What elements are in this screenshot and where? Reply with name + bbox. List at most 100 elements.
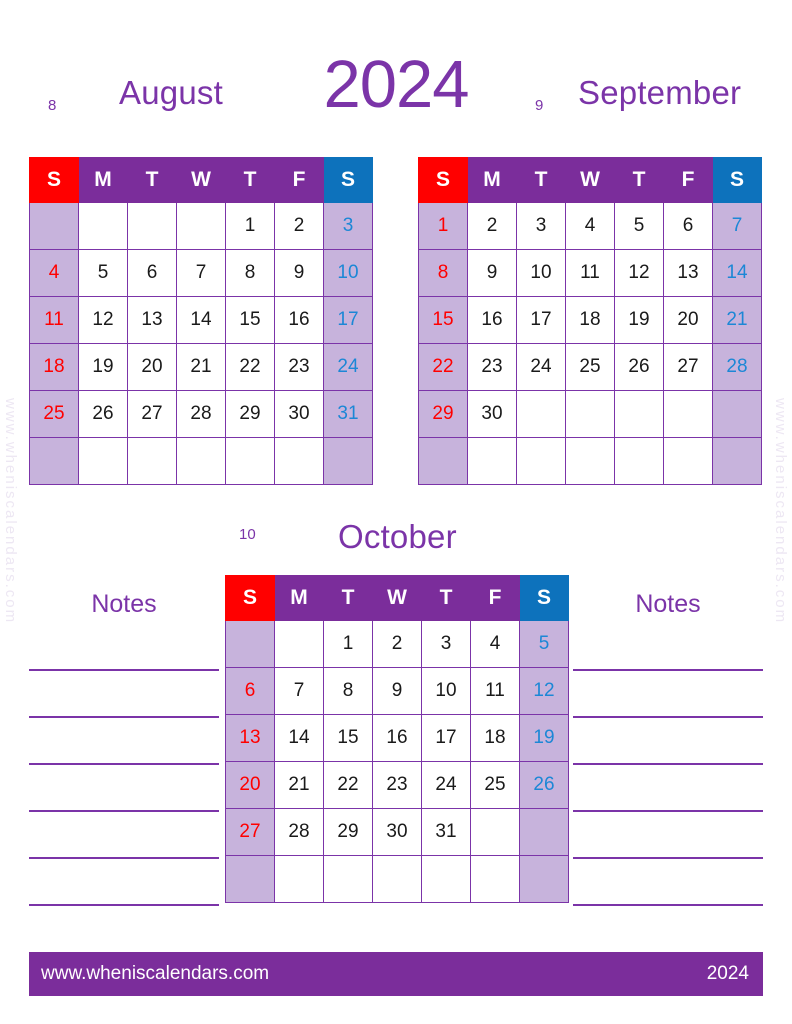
day-cell-august-18[interactable]: 18 <box>29 343 79 391</box>
day-cell-october-26[interactable]: 26 <box>519 761 569 809</box>
day-cell-october-7[interactable]: 7 <box>274 667 324 715</box>
day-cell-september-16[interactable]: 16 <box>467 296 517 344</box>
day-cell-august-27[interactable]: 27 <box>127 390 177 438</box>
day-cell-october-19[interactable]: 19 <box>519 714 569 762</box>
day-cell-october-10[interactable]: 10 <box>421 667 471 715</box>
day-cell-september-20[interactable]: 20 <box>663 296 713 344</box>
day-cell-september-15[interactable]: 15 <box>418 296 468 344</box>
day-cell-august-3[interactable]: 3 <box>323 202 373 250</box>
day-cell-september-12[interactable]: 12 <box>614 249 664 297</box>
day-cell-august-10[interactable]: 10 <box>323 249 373 297</box>
day-cell-september-1[interactable]: 1 <box>418 202 468 250</box>
day-cell-september-6[interactable]: 6 <box>663 202 713 250</box>
day-cell-august-8[interactable]: 8 <box>225 249 275 297</box>
day-cell-august-1[interactable]: 1 <box>225 202 275 250</box>
day-cell-empty <box>176 202 226 250</box>
day-cell-august-31[interactable]: 31 <box>323 390 373 438</box>
day-cell-october-31[interactable]: 31 <box>421 808 471 856</box>
day-cell-october-13[interactable]: 13 <box>225 714 275 762</box>
day-cell-october-12[interactable]: 12 <box>519 667 569 715</box>
day-cell-october-4[interactable]: 4 <box>470 620 520 668</box>
day-cell-september-22[interactable]: 22 <box>418 343 468 391</box>
day-cell-october-30[interactable]: 30 <box>372 808 422 856</box>
day-cell-september-21[interactable]: 21 <box>712 296 762 344</box>
day-cell-september-11[interactable]: 11 <box>565 249 615 297</box>
day-cell-october-29[interactable]: 29 <box>323 808 373 856</box>
day-cell-august-16[interactable]: 16 <box>274 296 324 344</box>
day-cell-august-14[interactable]: 14 <box>176 296 226 344</box>
day-cell-august-9[interactable]: 9 <box>274 249 324 297</box>
day-cell-september-27[interactable]: 27 <box>663 343 713 391</box>
day-cell-august-4[interactable]: 4 <box>29 249 79 297</box>
weekday-header-august-1: M <box>78 157 128 203</box>
day-cell-august-24[interactable]: 24 <box>323 343 373 391</box>
day-cell-october-21[interactable]: 21 <box>274 761 324 809</box>
day-cell-september-29[interactable]: 29 <box>418 390 468 438</box>
day-cell-august-30[interactable]: 30 <box>274 390 324 438</box>
day-cell-september-4[interactable]: 4 <box>565 202 615 250</box>
day-cell-august-28[interactable]: 28 <box>176 390 226 438</box>
day-cell-september-10[interactable]: 10 <box>516 249 566 297</box>
day-cell-empty <box>323 855 373 903</box>
day-cell-october-5[interactable]: 5 <box>519 620 569 668</box>
day-cell-october-28[interactable]: 28 <box>274 808 324 856</box>
day-cell-august-13[interactable]: 13 <box>127 296 177 344</box>
day-cell-august-21[interactable]: 21 <box>176 343 226 391</box>
day-cell-october-15[interactable]: 15 <box>323 714 373 762</box>
day-cell-september-18[interactable]: 18 <box>565 296 615 344</box>
day-cell-september-24[interactable]: 24 <box>516 343 566 391</box>
day-cell-august-2[interactable]: 2 <box>274 202 324 250</box>
day-cell-october-16[interactable]: 16 <box>372 714 422 762</box>
day-cell-october-8[interactable]: 8 <box>323 667 373 715</box>
day-cell-october-22[interactable]: 22 <box>323 761 373 809</box>
day-cell-october-25[interactable]: 25 <box>470 761 520 809</box>
footer-website-url[interactable]: www.wheniscalendars.com <box>41 952 269 996</box>
day-cell-september-13[interactable]: 13 <box>663 249 713 297</box>
day-cell-empty <box>519 808 569 856</box>
day-cell-august-19[interactable]: 19 <box>78 343 128 391</box>
day-cell-august-22[interactable]: 22 <box>225 343 275 391</box>
day-cell-october-24[interactable]: 24 <box>421 761 471 809</box>
day-cell-august-20[interactable]: 20 <box>127 343 177 391</box>
day-cell-october-1[interactable]: 1 <box>323 620 373 668</box>
day-cell-september-5[interactable]: 5 <box>614 202 664 250</box>
day-cell-september-23[interactable]: 23 <box>467 343 517 391</box>
day-cell-october-6[interactable]: 6 <box>225 667 275 715</box>
day-cell-august-17[interactable]: 17 <box>323 296 373 344</box>
day-cell-september-30[interactable]: 30 <box>467 390 517 438</box>
day-cell-october-23[interactable]: 23 <box>372 761 422 809</box>
day-cell-september-2[interactable]: 2 <box>467 202 517 250</box>
day-cell-october-17[interactable]: 17 <box>421 714 471 762</box>
day-cell-october-20[interactable]: 20 <box>225 761 275 809</box>
day-cell-september-14[interactable]: 14 <box>712 249 762 297</box>
day-cell-october-27[interactable]: 27 <box>225 808 275 856</box>
day-cell-august-11[interactable]: 11 <box>29 296 79 344</box>
day-cell-august-5[interactable]: 5 <box>78 249 128 297</box>
day-cell-october-14[interactable]: 14 <box>274 714 324 762</box>
day-cell-october-2[interactable]: 2 <box>372 620 422 668</box>
day-cell-september-17[interactable]: 17 <box>516 296 566 344</box>
calendar-body-september: 1 2 3 4 5 6 7 8 9 10 11 12 13 14 15 16 17 18 19 20 21 22 23 24 2… <box>418 202 762 485</box>
day-cell-october-3[interactable]: 3 <box>421 620 471 668</box>
day-cell-september-3[interactable]: 3 <box>516 202 566 250</box>
day-cell-august-29[interactable]: 29 <box>225 390 275 438</box>
day-cell-october-9[interactable]: 9 <box>372 667 422 715</box>
day-cell-august-12[interactable]: 12 <box>78 296 128 344</box>
day-cell-august-7[interactable]: 7 <box>176 249 226 297</box>
weekday-header-october-1: M <box>274 575 324 621</box>
weekday-header-august-6: S <box>323 157 373 203</box>
day-cell-august-23[interactable]: 23 <box>274 343 324 391</box>
day-cell-september-7[interactable]: 7 <box>712 202 762 250</box>
day-cell-october-11[interactable]: 11 <box>470 667 520 715</box>
day-cell-september-25[interactable]: 25 <box>565 343 615 391</box>
day-cell-september-28[interactable]: 28 <box>712 343 762 391</box>
day-cell-august-25[interactable]: 25 <box>29 390 79 438</box>
day-cell-august-6[interactable]: 6 <box>127 249 177 297</box>
day-cell-september-9[interactable]: 9 <box>467 249 517 297</box>
day-cell-august-15[interactable]: 15 <box>225 296 275 344</box>
day-cell-august-26[interactable]: 26 <box>78 390 128 438</box>
day-cell-september-19[interactable]: 19 <box>614 296 664 344</box>
day-cell-october-18[interactable]: 18 <box>470 714 520 762</box>
day-cell-september-26[interactable]: 26 <box>614 343 664 391</box>
day-cell-september-8[interactable]: 8 <box>418 249 468 297</box>
